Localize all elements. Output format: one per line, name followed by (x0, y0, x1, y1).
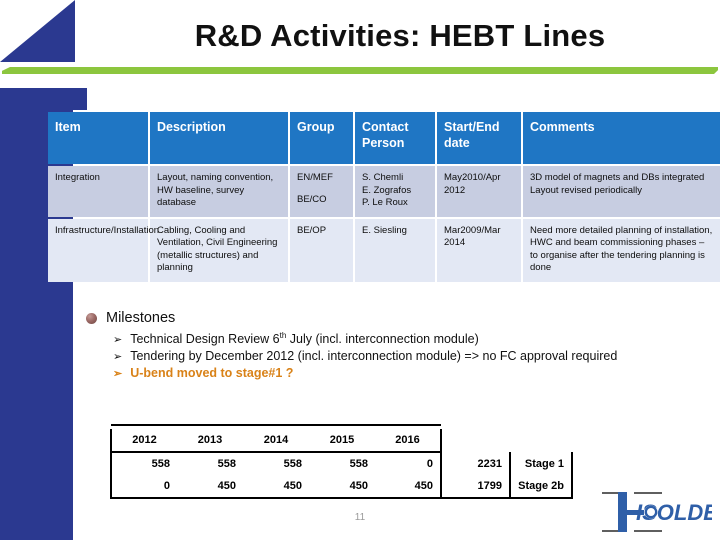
column-header-comments: Comments (523, 112, 720, 164)
cell-total: 2231 (440, 452, 510, 475)
table-header-row: Item Description Group Contact Person St… (48, 112, 720, 164)
cell-2015: 558 (349, 458, 368, 470)
cell-item: Infrastructure/Installation (48, 218, 159, 282)
cell-start-end-date: Mar2009/Mar 2014 (437, 218, 521, 282)
year-header-2012: 2012 (110, 429, 177, 453)
arrow-bullet-icon: ➢ (113, 351, 123, 364)
isolde-logo: ISOLDE (600, 489, 712, 535)
cell-stage-label: Stage 2b (509, 475, 573, 499)
milestones-list: ➢ Technical Design Review 6th July (incl… (86, 331, 716, 380)
arrow-bullet-icon: ➢ (113, 368, 123, 381)
cell-comments: 3D model of magnets and DBs integrated L… (523, 166, 720, 217)
cell-comments: Need more detailed planning of installat… (523, 218, 720, 282)
cell-contact-person: S. Chemli E. Zografos P. Le Roux (355, 166, 435, 217)
table-row: 558 558 558 558 0 2231 Stage 1 (110, 452, 573, 475)
milestone-text: Tendering by December 2012 (incl. interc… (130, 349, 618, 364)
cell-stage-label: Stage 1 (509, 452, 573, 475)
page-title: R&D Activities: HEBT Lines (194, 18, 606, 53)
year-header-2015: 2015 (309, 429, 375, 453)
milestones-section: Milestones ➢ Technical Design Review 6th… (86, 310, 716, 383)
sphere-bullet-icon (86, 312, 97, 324)
slide-canvas: R&D Activities: HEBT Lines Item Descript… (0, 0, 720, 540)
cell-start-end-date: May2010/Apr 2012 (437, 166, 521, 217)
year-header-2014: 2014 (243, 429, 309, 453)
cell-group-line2: BE/CO (297, 193, 327, 205)
milestones-heading-row: Milestones (86, 310, 716, 326)
cell-2012: 0 (110, 475, 177, 499)
cell-item: Integration (48, 166, 148, 217)
column-header-start-end-date: Start/End date (437, 112, 521, 164)
cell-description: Layout, naming convention, HW baseline, … (150, 166, 288, 217)
budget-number-table: 2012 2013 2014 2015 2016 558 558 558 558… (110, 424, 573, 499)
contact-line3: P. Le Roux (362, 197, 408, 209)
table-row: Integration Layout, naming convention, H… (48, 166, 720, 217)
cell-2014: 450 (243, 475, 309, 499)
cell-2016: 450 (375, 475, 442, 499)
comment-line2: Layout revised periodically (530, 184, 642, 196)
milestones-heading: Milestones (106, 310, 176, 326)
year-header-row: 2012 2013 2014 2015 2016 (110, 429, 572, 453)
left-sidebar-notch (73, 88, 87, 110)
cell-2016: 0 (375, 452, 442, 475)
cell-total: 1799 (440, 475, 510, 499)
list-item: ➢ Technical Design Review 6th July (incl… (113, 331, 716, 346)
cell-group-line1: EN/MEF (297, 172, 333, 183)
list-item: ➢ Tendering by December 2012 (incl. inte… (113, 349, 716, 363)
cell-group: EN/MEF BE/CO (290, 166, 353, 217)
milestone-text: U-bend moved to stage#1 ? (130, 366, 294, 381)
year-header-2016: 2016 (375, 429, 442, 453)
cell-2012: 558 (110, 452, 177, 475)
arrow-bullet-icon: ➢ (113, 334, 123, 347)
cell-contact-person: E. Siesling (355, 218, 435, 282)
contact-line2: E. Zografos (362, 184, 412, 196)
column-header-contact-person: Contact Person (355, 112, 435, 164)
contact-line1: S. Chemli (362, 172, 404, 183)
column-header-item: Item (48, 112, 148, 164)
activities-table: Item Description Group Contact Person St… (46, 110, 720, 284)
column-header-description: Description (150, 112, 288, 164)
cell-2013: 450 (177, 475, 243, 499)
comment-line1: 3D model of magnets and DBs integrated (530, 172, 705, 183)
column-header-group: Group (290, 112, 353, 164)
cell-2015: 450 (309, 475, 375, 499)
year-header-2013: 2013 (177, 429, 243, 453)
table-row: Infrastructure/Installation Cabling, Coo… (48, 218, 720, 282)
milestone-text: Technical Design Review 6th July (incl. … (130, 331, 479, 347)
cell-2013: 558 (217, 458, 236, 470)
cell-2014: 558 (283, 458, 302, 470)
cell-description: Cabling, Cooling and Ventilation, Civil … (150, 218, 288, 282)
year-header-spacer-total (441, 429, 510, 452)
corner-triangle-decoration (0, 0, 75, 62)
year-header-spacer-label (510, 429, 572, 452)
list-item: ➢ U-bend moved to stage#1 ? (113, 366, 716, 380)
green-divider-rule (2, 67, 718, 74)
cell-group: BE/OP (290, 218, 353, 282)
table-row: 0 450 450 450 450 1799 Stage 2b (110, 475, 573, 499)
